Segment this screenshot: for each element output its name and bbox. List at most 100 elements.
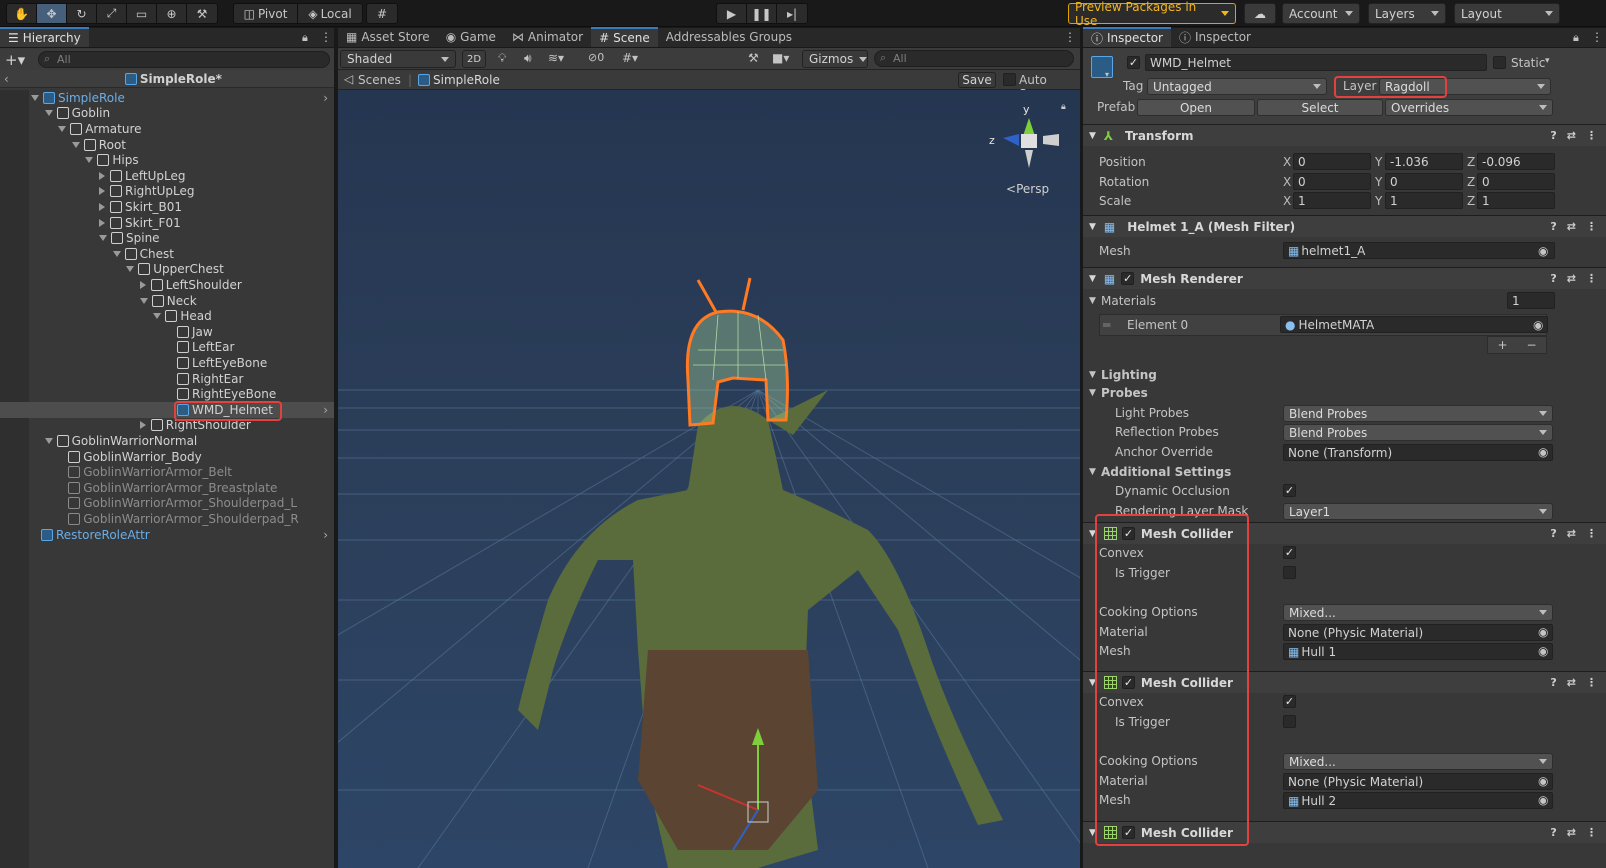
foldout-arrow-icon[interactable] (126, 266, 135, 273)
transform-scale-x-field[interactable]: 1 (1293, 192, 1371, 209)
additional-settings-foldout-icon[interactable]: ▼ (1089, 467, 1096, 477)
auto-save-checkbox[interactable] (1003, 73, 1016, 86)
effects-icon[interactable]: ≋▾ (548, 51, 564, 65)
layers-dropdown[interactable]: Layers (1368, 3, 1446, 24)
preset-icon[interactable]: ⇄ (1567, 272, 1576, 285)
custom-tool-icon[interactable]: ⚒ (187, 4, 217, 23)
convex-checkbox[interactable]: ✓ (1283, 546, 1296, 559)
inspector-lock-icon[interactable]: 🔒︎ (1573, 31, 1579, 45)
help-icon[interactable]: ? (1550, 826, 1556, 839)
foldout-arrow-icon[interactable] (139, 297, 148, 304)
hierarchy-item[interactable]: RestoreRoleAttr › (0, 527, 334, 543)
hierarchy-item[interactable]: WMD_Helmet › (0, 402, 334, 418)
foldout-arrow-icon[interactable] (31, 94, 39, 101)
transform-scale-y-field[interactable]: 1 (1385, 192, 1463, 209)
anchor-override-field[interactable]: None (Transform) (1283, 444, 1553, 461)
hierarchy-item[interactable]: GoblinWarriorArmor_Shoulderpad_L (0, 496, 334, 512)
hierarchy-item[interactable]: GoblinWarriorArmor_Breastplate (0, 480, 334, 496)
mode-2d-toggle[interactable]: 2D (462, 50, 486, 68)
foldout-arrow-icon[interactable] (58, 125, 67, 132)
foldout-arrow-icon[interactable] (153, 313, 162, 320)
help-icon[interactable]: ? (1550, 272, 1556, 285)
foldout-arrow-icon[interactable] (139, 280, 146, 289)
hierarchy-item[interactable]: Root (0, 137, 334, 153)
component-menu-icon[interactable]: ⋮ (1586, 129, 1597, 142)
convex-checkbox[interactable]: ✓ (1283, 695, 1296, 708)
mesh-filter-mesh-field[interactable]: ▦ helmet1_A (1283, 242, 1555, 259)
transform-position-z-field[interactable]: -0.096 (1477, 153, 1555, 170)
mesh-renderer-enabled-checkbox[interactable]: ✓ (1121, 272, 1135, 285)
mesh-renderer-header[interactable]: ▼ ▦ ✓ Mesh Renderer ? ⇄ ⋮ (1083, 267, 1606, 289)
preset-icon[interactable]: ⇄ (1567, 826, 1576, 839)
help-icon[interactable]: ? (1550, 220, 1556, 233)
rendering-layer-mask-dropdown[interactable]: Layer1 (1283, 503, 1553, 520)
transform-tool-icon[interactable]: ⊕ (157, 4, 187, 23)
hierarchy-item[interactable]: RightEyeBone (0, 386, 334, 402)
hierarchy-item[interactable]: SimpleRole › (0, 90, 334, 106)
element0-field[interactable]: ● HelmetMATA (1280, 316, 1548, 333)
object-picker-icon[interactable]: ◉ (1538, 625, 1548, 639)
move-gizmo[interactable] (338, 90, 1080, 868)
tab-animator[interactable]: ⋈ Animator (504, 27, 591, 47)
tab-addressables[interactable]: Addressables Groups (658, 27, 800, 47)
object-picker-icon[interactable]: ◉ (1538, 793, 1548, 807)
preset-icon[interactable]: ⇄ (1567, 129, 1576, 142)
scenes-back-icon[interactable]: ◁ (344, 72, 353, 86)
collider-mesh-field[interactable]: ▦ Hull 2 (1283, 792, 1553, 809)
pause-icon[interactable]: ❚❚ (747, 4, 777, 23)
cooking-options-dropdown[interactable]: Mixed... (1283, 604, 1553, 621)
shading-mode-dropdown[interactable]: Shaded (340, 50, 456, 68)
camera-icon[interactable]: ■▾ (772, 51, 789, 65)
probes-foldout-icon[interactable]: ▼ (1089, 388, 1096, 398)
transform-rotation-z-field[interactable]: 0 (1477, 173, 1555, 190)
mesh-filter-header[interactable]: ▼ ▦ Helmet 1_A (Mesh Filter) ? ⇄ ⋮ (1083, 215, 1606, 237)
audio-icon[interactable]: 🔊︎ (524, 51, 532, 66)
cloud-button[interactable]: ☁ (1244, 3, 1276, 24)
lighting-icon[interactable]: 💡︎ (498, 51, 506, 66)
save-button[interactable]: Save (958, 72, 996, 88)
transform-header[interactable]: ▼ ⅄ Transform ? ⇄ ⋮ (1083, 124, 1606, 146)
collider-material-field[interactable]: None (Physic Material) (1283, 773, 1553, 790)
hierarchy-item[interactable]: Armature (0, 121, 334, 137)
persp-label[interactable]: <Persp (1006, 182, 1049, 196)
hierarchy-item[interactable]: Skirt_B01 (0, 199, 334, 215)
hierarchy-item[interactable]: LeftUpLeg (0, 168, 334, 184)
scene-kebab-icon[interactable]: ⋮ (1064, 30, 1076, 44)
hierarchy-item[interactable]: RightEar (0, 371, 334, 387)
component-menu-icon[interactable]: ⋮ (1586, 826, 1597, 839)
add-icon[interactable]: +▾ (5, 51, 25, 69)
scene-viewport[interactable]: y z 🔒︎ <Persp (338, 90, 1080, 868)
pivot-button[interactable]: ◫ Pivot (234, 4, 298, 23)
gizmo-lock-icon[interactable]: 🔒︎ (1061, 102, 1066, 112)
hand-tool-icon[interactable]: ✋ (7, 4, 37, 23)
transform-scale-z-field[interactable]: 1 (1477, 192, 1555, 209)
breadcrumb-prefab[interactable]: SimpleRole (433, 73, 500, 87)
layout-dropdown[interactable]: Layout (1454, 3, 1560, 24)
tag-dropdown[interactable]: Untagged (1147, 78, 1327, 95)
account-dropdown[interactable]: Account (1282, 3, 1360, 24)
hierarchy-search-input[interactable]: ⌕ All (38, 51, 330, 68)
component-menu-icon[interactable]: ⋮ (1586, 676, 1597, 689)
object-picker-icon[interactable]: ◉ (1538, 644, 1548, 658)
hierarchy-item[interactable]: LeftShoulder (0, 277, 334, 293)
component-menu-icon[interactable]: ⋮ (1586, 527, 1597, 540)
active-checkbox[interactable]: ✓ (1127, 56, 1140, 69)
hierarchy-item[interactable]: Spine (0, 230, 334, 246)
hierarchy-item[interactable]: Skirt_F01 (0, 215, 334, 231)
help-icon[interactable]: ? (1550, 527, 1556, 540)
collider-material-field[interactable]: None (Physic Material) (1283, 624, 1553, 641)
preset-icon[interactable]: ⇄ (1567, 220, 1576, 233)
foldout-arrow-icon[interactable] (85, 157, 94, 164)
object-picker-icon[interactable]: ◉ (1538, 244, 1548, 258)
hierarchy-item[interactable]: Head (0, 308, 334, 324)
reflection-probes-dropdown[interactable]: Blend Probes (1283, 424, 1553, 441)
hierarchy-item[interactable]: Hips (0, 152, 334, 168)
hierarchy-item[interactable]: LeftEar (0, 340, 334, 356)
gizmos-dropdown[interactable]: Gizmos (802, 50, 868, 68)
grid-icon[interactable]: #▾ (622, 51, 638, 65)
materials-count-field[interactable]: 1 (1507, 292, 1555, 309)
hierarchy-item[interactable]: Jaw (0, 324, 334, 340)
component-menu-icon[interactable]: ⋮ (1586, 220, 1597, 233)
inspector-kebab-icon[interactable]: ⋮ (1591, 30, 1603, 44)
help-icon[interactable]: ? (1550, 129, 1556, 142)
